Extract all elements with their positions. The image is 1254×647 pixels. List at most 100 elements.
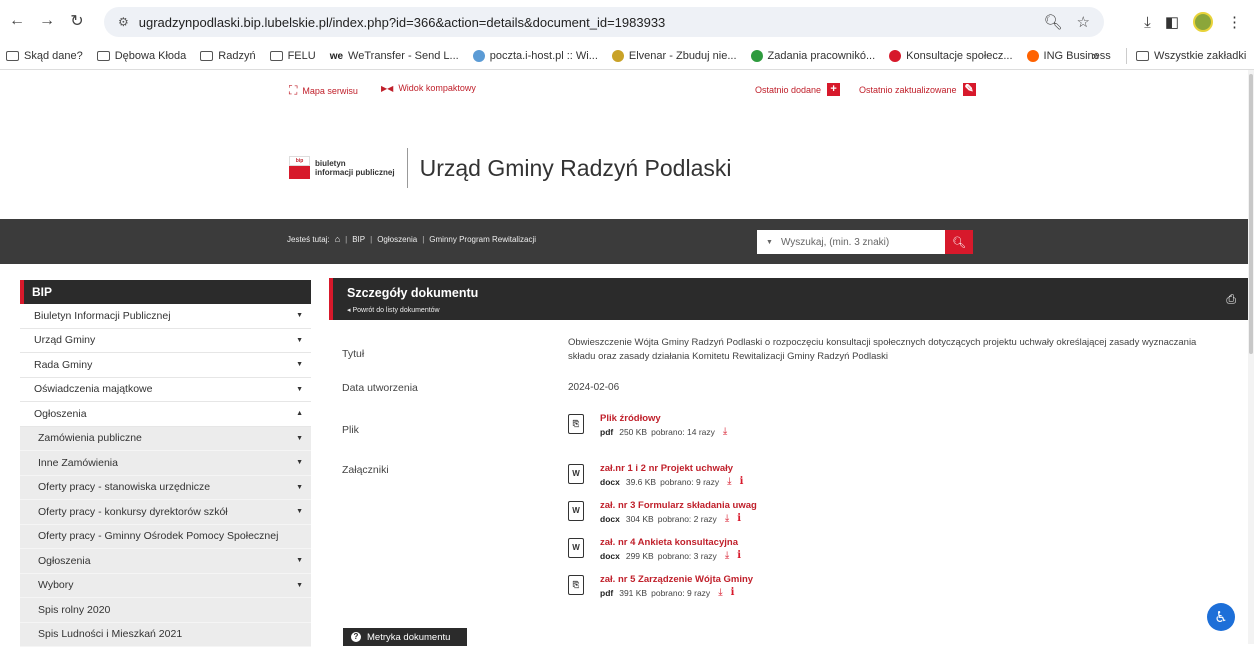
- home-icon[interactable]: ⌂: [335, 234, 340, 244]
- site-title[interactable]: Urząd Gminy Radzyń Podlaski: [420, 155, 732, 182]
- sidebar-item[interactable]: Inne Zamówienia▼: [20, 451, 311, 476]
- page-scrollbar[interactable]: [1248, 70, 1254, 644]
- bookmark-item[interactable]: FELU: [270, 50, 316, 62]
- folder-icon: [97, 51, 110, 61]
- bip-logo-badge: bip: [289, 156, 310, 166]
- sidebar-item[interactable]: Ogłoszenia▲: [20, 402, 311, 427]
- zoom-search-icon[interactable]: 🔍︎: [1044, 13, 1063, 31]
- sidebar-item-label: Biuletyn Informacji Publicznej: [34, 310, 171, 322]
- chevron-down-icon[interactable]: ▼: [296, 435, 303, 442]
- sidebar-item[interactable]: Spis rolny 2020: [20, 598, 311, 623]
- bip-logo-icon[interactable]: bip: [289, 156, 310, 180]
- attachment-meta: docx304 KBpobrano: 2 razy⤓i: [600, 513, 757, 524]
- sidebar-item-label: Oferty pracy - stanowiska urzędnicze: [38, 481, 210, 493]
- forward-icon[interactable]: →: [34, 8, 60, 34]
- back-to-list-link[interactable]: ◂ Powrót do listy dokumentów: [347, 306, 440, 314]
- bookmark-item[interactable]: Radzyń: [200, 50, 255, 62]
- recent-updated-link[interactable]: Ostatnio zaktualizowane ✎: [859, 83, 976, 96]
- word-file-icon: W: [568, 538, 584, 558]
- download-icon[interactable]: ⤓: [1144, 14, 1151, 31]
- url-text[interactable]: ugradzynpodlaski.bip.lubelskie.pl/index.…: [139, 15, 666, 30]
- attachment-link[interactable]: zał.nr 1 i 2 nr Projekt uchwały: [600, 463, 743, 474]
- bookmark-item[interactable]: Dębowa Kłoda: [97, 50, 187, 62]
- browser-chrome: ← → ↻ ⚙ ugradzynpodlaski.bip.lubelskie.p…: [0, 0, 1254, 70]
- accessibility-icon[interactable]: ♿︎: [1207, 603, 1235, 631]
- recent-added-link[interactable]: Ostatnio dodane +: [755, 83, 840, 96]
- source-file: ⎘ Plik źródłowy pdf 250 KB pobrano: 14 r…: [568, 413, 727, 437]
- sidebar-item[interactable]: Oświadczenia majątkowe▼: [20, 378, 311, 403]
- breadcrumb-item[interactable]: Gminny Program Rewitalizacji: [429, 235, 536, 244]
- sidebar-item[interactable]: Urząd Gminy▼: [20, 329, 311, 354]
- site-info-icon[interactable]: ⚙: [118, 15, 129, 29]
- chevron-down-icon[interactable]: ▼: [296, 337, 303, 344]
- breadcrumb-separator: |: [422, 235, 424, 244]
- reload-icon[interactable]: ↻: [64, 8, 90, 34]
- sidebar-item[interactable]: Zamówienia publiczne▼: [20, 427, 311, 452]
- profile-avatar[interactable]: [1193, 12, 1213, 32]
- search-placeholder[interactable]: Wyszukaj, (min. 3 znaki): [781, 237, 889, 248]
- bookmark-item[interactable]: weWeTransfer - Send L...: [330, 50, 459, 62]
- bookmarks-more-button[interactable]: »: [1092, 44, 1099, 68]
- sidebar-item[interactable]: Oferty pracy - konkursy dyrektorów szkół…: [20, 500, 311, 525]
- sidebar-item[interactable]: Oferty pracy - Gminny Ośrodek Pomocy Spo…: [20, 525, 311, 550]
- chevron-down-icon[interactable]: ▼: [296, 508, 303, 515]
- sidebar-item[interactable]: Oferty pracy - stanowiska urzędnicze ▼: [20, 476, 311, 501]
- menu-icon[interactable]: ⋮: [1227, 13, 1242, 31]
- info-icon[interactable]: i: [737, 513, 741, 524]
- sidebar-item[interactable]: Wybory▼: [20, 574, 311, 599]
- bookmark-item[interactable]: poczta.i-host.pl :: Wi...: [473, 50, 598, 62]
- bookmark-star-icon[interactable]: ☆: [1077, 13, 1090, 31]
- chevron-down-icon[interactable]: ▼: [296, 557, 303, 564]
- metryka-button[interactable]: ? Metryka dokumentu: [343, 628, 467, 646]
- bookmark-item[interactable]: Skąd dane?: [6, 50, 83, 62]
- attachment-link[interactable]: zał. nr 4 Ankieta konsultacyjna: [600, 537, 741, 548]
- bookmark-item[interactable]: Konsultacje społecz...: [889, 50, 1012, 62]
- sitemap-link[interactable]: ⛶ Mapa serwisu: [289, 83, 358, 98]
- download-icon[interactable]: ⤓: [725, 513, 729, 524]
- print-icon[interactable]: ⎙: [1226, 292, 1236, 307]
- bip-logo-line1: biuletyn: [315, 159, 395, 168]
- breadcrumb-item[interactable]: BIP: [352, 235, 365, 244]
- back-icon[interactable]: ←: [4, 8, 30, 34]
- file-size: 391 KB: [619, 588, 647, 598]
- chevron-down-icon[interactable]: ▼: [296, 582, 303, 589]
- source-file-link[interactable]: Plik źródłowy: [600, 413, 727, 424]
- sitemap-icon: ⛶: [289, 83, 297, 98]
- search-scope-caret-icon[interactable]: ▼: [766, 239, 773, 246]
- info-icon[interactable]: i: [737, 550, 741, 561]
- sidebar-menu: Biuletyn Informacji Publicznej▼Urząd Gmi…: [20, 304, 311, 647]
- question-icon: ?: [351, 632, 361, 642]
- file-size: 39.6 KB: [626, 477, 656, 487]
- chevron-down-icon[interactable]: ▼: [296, 484, 303, 491]
- download-icon[interactable]: ⤓: [723, 426, 727, 437]
- address-bar[interactable]: ⚙ ugradzynpodlaski.bip.lubelskie.pl/inde…: [104, 7, 1104, 37]
- compact-view-link[interactable]: ▶◀ Widok kompaktowy: [381, 83, 476, 93]
- sidebar-item[interactable]: Biuletyn Informacji Publicznej ▼: [20, 304, 311, 329]
- chevron-down-icon[interactable]: ▼: [296, 361, 303, 368]
- chevron-down-icon[interactable]: ▼: [296, 386, 303, 393]
- download-icon[interactable]: ⤓: [725, 550, 729, 561]
- attachment-link[interactable]: zał. nr 3 Formularz składania uwag: [600, 500, 757, 511]
- file-downloads: pobrano: 14 razy: [651, 427, 715, 437]
- scrollbar-thumb[interactable]: [1249, 74, 1253, 354]
- search-input[interactable]: ▼ Wyszukaj, (min. 3 znaki): [757, 230, 945, 254]
- bip-logo-text[interactable]: biuletyn informacji publicznej: [315, 159, 395, 177]
- download-icon[interactable]: ⤓: [718, 587, 722, 598]
- chevron-down-icon[interactable]: ▼: [296, 312, 303, 319]
- all-bookmarks-button[interactable]: Wszystkie zakładki: [1136, 44, 1246, 68]
- info-icon[interactable]: i: [740, 476, 744, 487]
- chevron-up-icon[interactable]: ▲: [296, 410, 303, 417]
- bookmark-item[interactable]: Elvenar - Zbuduj nie...: [612, 50, 737, 62]
- sidebar-item[interactable]: Spis Ludności i Mieszkań 2021: [20, 623, 311, 647]
- sidebar-item-label: Oferty pracy - Gminny Ośrodek Pomocy Spo…: [38, 530, 278, 542]
- sidebar-item[interactable]: Rada Gminy▼: [20, 353, 311, 378]
- sidebar-item[interactable]: Ogłoszenia▼: [20, 549, 311, 574]
- download-icon[interactable]: ⤓: [727, 476, 731, 487]
- bookmark-item[interactable]: Zadania pracownikó...: [751, 50, 876, 62]
- chevron-down-icon[interactable]: ▼: [296, 459, 303, 466]
- search-button[interactable]: 🔍︎: [945, 230, 973, 254]
- sidepanel-icon[interactable]: ◧: [1165, 13, 1179, 31]
- breadcrumb-item[interactable]: Ogłoszenia: [377, 235, 417, 244]
- info-icon[interactable]: i: [731, 587, 735, 598]
- attachment-link[interactable]: zał. nr 5 Zarządzenie Wójta Gminy: [600, 574, 753, 585]
